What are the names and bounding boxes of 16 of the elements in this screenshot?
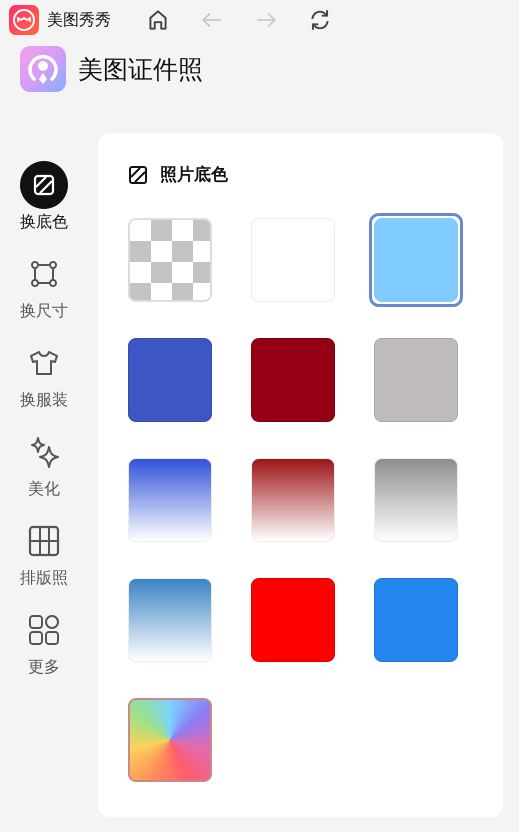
sidebar-item[interactable]: 美化 xyxy=(4,428,84,500)
panel-title: 照片底色 xyxy=(160,164,228,186)
four-squares-icon xyxy=(27,613,61,647)
grid-icon xyxy=(27,524,61,558)
color-swatch[interactable] xyxy=(128,698,212,782)
app-title: 美图证件照 xyxy=(78,54,203,86)
app-logo-icon xyxy=(9,5,39,35)
app-name: 美图秀秀 xyxy=(47,10,111,30)
id-photo-app-icon xyxy=(20,46,66,92)
color-swatch[interactable] xyxy=(369,213,463,307)
sidebar-item[interactable]: 排版照 xyxy=(4,517,84,589)
sidebar-item[interactable]: 换尺寸 xyxy=(4,250,84,322)
sidebar-item[interactable]: 换底色 xyxy=(4,161,84,233)
striped-square-icon xyxy=(128,164,148,184)
sidebar-item[interactable]: 更多 xyxy=(4,606,84,678)
sidebar-item[interactable]: 换服装 xyxy=(4,339,84,411)
